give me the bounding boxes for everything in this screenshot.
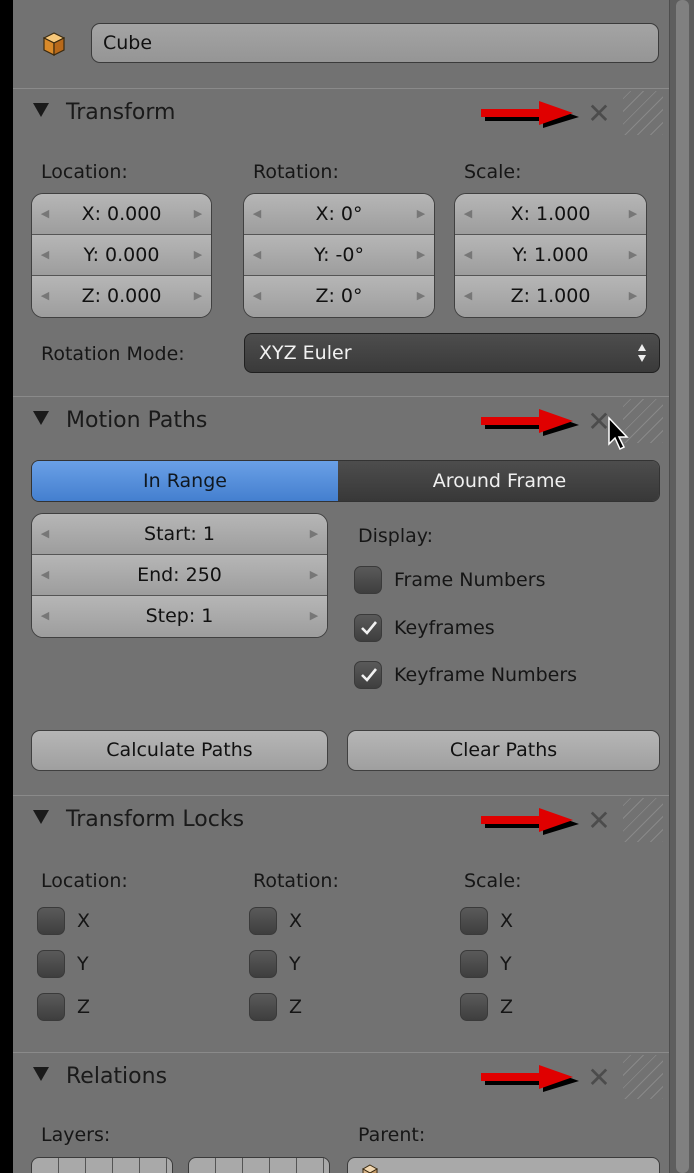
scale-fields: ◀ X: 1.000 ▶ ◀ Y: 1.000 ▶ ◀ Z: 1.000 ▶	[454, 193, 647, 318]
keyframes-label: Keyframes	[394, 617, 495, 639]
frame-numbers-checkbox[interactable]	[354, 566, 382, 594]
lock-location-z-checkbox[interactable]	[37, 993, 65, 1021]
scale-z-field[interactable]: ◀ Z: 1.000 ▶	[455, 276, 646, 317]
lock-axis-label: X	[77, 910, 91, 932]
collapse-triangle-icon[interactable]	[33, 103, 49, 117]
lock-axis-label: Z	[500, 996, 514, 1018]
lock-axis-label: Z	[289, 996, 303, 1018]
cube-icon	[43, 32, 65, 56]
rotation-y-field[interactable]: ◀ Y: -0° ▶	[244, 235, 434, 276]
rotation-z-field[interactable]: ◀ Z: 0° ▶	[244, 276, 434, 317]
lock-scale-label: Scale:	[464, 870, 522, 892]
panel-title: Transform Locks	[66, 807, 245, 832]
rotation-fields: ◀ X: 0° ▶ ◀ Y: -0° ▶ ◀ Z: 0° ▶	[243, 193, 435, 318]
rotation-label: Rotation:	[253, 161, 339, 183]
lock-axis-label: X	[500, 910, 514, 932]
red-arrow-annotation	[481, 101, 579, 128]
lock-location-y-checkbox[interactable]	[37, 950, 65, 978]
layer-buttons-group-2[interactable]	[188, 1157, 330, 1173]
drag-grip-icon[interactable]	[623, 91, 663, 135]
lock-scale-x-checkbox[interactable]	[460, 907, 488, 935]
red-arrow-annotation	[481, 1065, 579, 1092]
object-name-field[interactable]: Cube	[91, 23, 659, 63]
panel-header-motion-paths[interactable]: Motion Paths ✕	[13, 396, 669, 446]
location-x-field[interactable]: ◀ X: 0.000 ▶	[32, 194, 211, 235]
red-arrow-annotation	[481, 409, 579, 436]
panel-title: Relations	[66, 1064, 168, 1089]
lock-rotation-x-checkbox[interactable]	[249, 907, 277, 935]
parent-label: Parent:	[358, 1124, 426, 1146]
lock-scale-z-checkbox[interactable]	[460, 993, 488, 1021]
scrollbar-thumb[interactable]	[676, 0, 689, 1173]
lock-axis-label: Z	[77, 996, 91, 1018]
lock-rotation-y-checkbox[interactable]	[249, 950, 277, 978]
lock-axis-label: Y	[77, 953, 89, 975]
collapse-triangle-icon[interactable]	[33, 1067, 49, 1081]
calculate-paths-button[interactable]: Calculate Paths	[31, 730, 328, 771]
lock-axis-label: Y	[289, 953, 301, 975]
collapse-triangle-icon[interactable]	[33, 810, 49, 824]
lock-scale-y-checkbox[interactable]	[460, 950, 488, 978]
lock-axis-label: Y	[500, 953, 512, 975]
close-icon[interactable]: ✕	[586, 100, 612, 128]
tab-around-frame[interactable]: Around Frame	[338, 461, 659, 501]
location-fields: ◀ X: 0.000 ▶ ◀ Y: 0.000 ▶ ◀ Z: 0.000 ▶	[31, 193, 212, 318]
cube-icon	[362, 1164, 378, 1173]
location-y-field[interactable]: ◀ Y: 0.000 ▶	[32, 235, 211, 276]
clear-paths-button[interactable]: Clear Paths	[347, 730, 660, 771]
keyframes-checkbox[interactable]	[354, 614, 382, 642]
panel-title: Motion Paths	[66, 408, 208, 433]
frame-numbers-label: Frame Numbers	[394, 569, 546, 591]
drag-grip-icon[interactable]	[623, 1055, 663, 1099]
rotation-mode-label: Rotation Mode:	[41, 343, 185, 365]
location-z-field[interactable]: ◀ Z: 0.000 ▶	[32, 276, 211, 317]
lock-location-label: Location:	[41, 870, 128, 892]
drag-grip-icon[interactable]	[623, 798, 663, 842]
checkmark-icon	[361, 668, 378, 682]
panel-header-transform-locks[interactable]: Transform Locks ✕	[13, 795, 669, 845]
lock-rotation-label: Rotation:	[253, 870, 339, 892]
scrollbar[interactable]	[669, 0, 694, 1173]
lock-rotation-z-checkbox[interactable]	[249, 993, 277, 1021]
rotation-x-field[interactable]: ◀ X: 0° ▶	[244, 194, 434, 235]
motion-path-range-toggle: In Range Around Frame	[31, 460, 660, 502]
close-icon[interactable]: ✕	[586, 807, 612, 835]
updown-chevron-icon	[638, 344, 646, 362]
parent-field[interactable]	[347, 1157, 660, 1173]
keyframe-numbers-label: Keyframe Numbers	[394, 664, 578, 686]
tab-in-range[interactable]: In Range	[32, 461, 338, 501]
scale-y-field[interactable]: ◀ Y: 1.000 ▶	[455, 235, 646, 276]
display-label: Display:	[358, 525, 434, 547]
mouse-cursor-icon	[608, 416, 629, 451]
frame-range-fields: ◀ Start: 1 ▶ ◀ End: 250 ▶ ◀ Step: 1 ▶	[31, 513, 328, 638]
red-arrow-annotation	[481, 808, 579, 835]
start-frame-field[interactable]: ◀ Start: 1 ▶	[32, 514, 327, 555]
close-icon[interactable]: ✕	[586, 1064, 612, 1092]
lock-location-x-checkbox[interactable]	[37, 907, 65, 935]
end-frame-field[interactable]: ◀ End: 250 ▶	[32, 555, 327, 596]
checkmark-icon	[361, 621, 378, 635]
panel-header-transform[interactable]: Transform ✕	[13, 88, 669, 138]
layers-label: Layers:	[41, 1124, 111, 1146]
panel-title: Transform	[66, 100, 176, 125]
rotation-mode-value: XYZ Euler	[259, 342, 352, 364]
scale-label: Scale:	[464, 161, 522, 183]
rotation-mode-dropdown[interactable]: XYZ Euler	[244, 333, 660, 373]
properties-editor: Cube Transform ✕ Location: Rotation: Sca…	[13, 0, 669, 1173]
location-label: Location:	[41, 161, 128, 183]
lock-axis-label: X	[289, 910, 303, 932]
scale-x-field[interactable]: ◀ X: 1.000 ▶	[455, 194, 646, 235]
layer-buttons-group-1[interactable]	[31, 1157, 173, 1173]
panel-header-relations[interactable]: Relations ✕	[13, 1052, 669, 1102]
collapse-triangle-icon[interactable]	[33, 411, 49, 425]
keyframe-numbers-checkbox[interactable]	[354, 661, 382, 689]
step-field[interactable]: ◀ Step: 1 ▶	[32, 596, 327, 637]
